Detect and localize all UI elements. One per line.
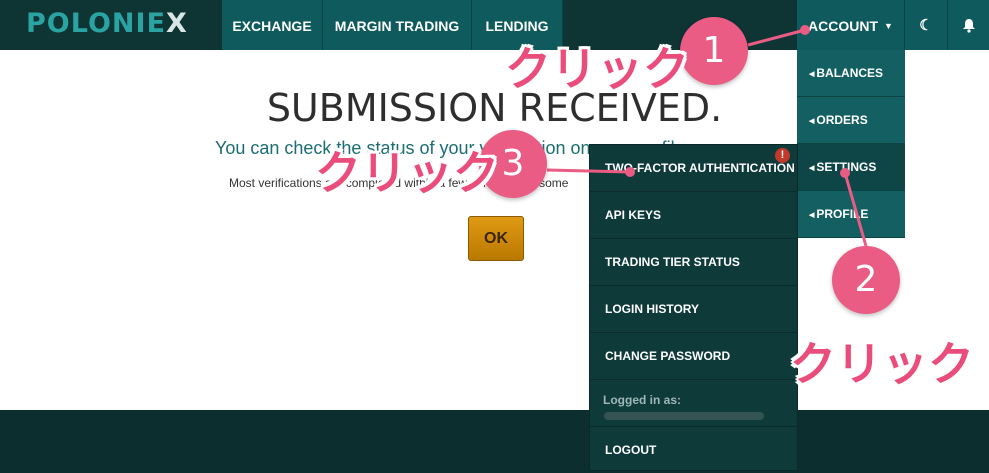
arrow-left-icon: ◀ [809, 118, 815, 125]
menu-item-change-password[interactable]: CHANGE PASSWORD [590, 333, 797, 380]
menu-item-two-factor[interactable]: TWO-FACTOR AUTHENTICATION [590, 145, 797, 192]
step-2-marker: 2 [832, 246, 900, 314]
logo-text: POLONIE [26, 8, 167, 39]
logged-in-label: Logged in as: [603, 393, 681, 407]
menu-item-profile[interactable]: ◀ PROFILE [797, 191, 905, 238]
arrow-left-icon: ◀ [809, 212, 815, 219]
menu-item-label: SETTINGS [816, 160, 877, 174]
menu-item-label: PROFILE [816, 207, 869, 221]
logged-in-info: Logged in as: [590, 380, 797, 427]
poloniex-logo[interactable]: POLONIEX [26, 8, 188, 39]
menu-item-login-history[interactable]: LOGIN HISTORY [590, 286, 797, 333]
click-label-1: クリック [505, 42, 689, 96]
menu-item-orders[interactable]: ◀ ORDERS [797, 97, 905, 144]
logout-button[interactable]: LOGOUT [590, 427, 797, 473]
settings-submenu: TWO-FACTOR AUTHENTICATION API KEYS TRADI… [589, 144, 798, 471]
account-dropdown: ◀ BALANCES ◀ ORDERS ◀ SETTINGS ◀ PROFILE [797, 50, 905, 238]
moon-icon[interactable]: ☾ [905, 0, 948, 50]
footer [0, 410, 989, 473]
menu-item-balances[interactable]: ◀ BALANCES [797, 50, 905, 97]
click-label-3: クリック [315, 146, 499, 200]
top-navbar: POLONIEX EXCHANGE MARGIN TRADING LENDING… [0, 0, 989, 50]
arrow-left-icon: ◀ [809, 165, 815, 172]
nav-margin-trading[interactable]: MARGIN TRADING [323, 0, 472, 50]
click-label-2: クリック [790, 337, 974, 391]
blurred-username [604, 412, 764, 420]
menu-item-api-keys[interactable]: API KEYS [590, 192, 797, 239]
step-1-marker: 1 [680, 17, 748, 85]
logo-x: X [166, 8, 188, 39]
caret-down-icon: ▼ [884, 21, 893, 31]
menu-item-label: BALANCES [816, 66, 884, 80]
menu-item-settings[interactable]: ◀ SETTINGS [797, 144, 905, 191]
arrow-left-icon: ◀ [809, 71, 815, 78]
menu-item-trading-tier[interactable]: TRADING TIER STATUS [590, 239, 797, 286]
nav-account-label: ACCOUNT [808, 18, 879, 34]
nav-account[interactable]: ACCOUNT ▼ [797, 0, 905, 50]
nav-exchange[interactable]: EXCHANGE [222, 0, 323, 50]
ok-button[interactable]: OK [468, 216, 524, 261]
menu-item-label: ORDERS [816, 113, 868, 127]
bell-icon[interactable] [948, 0, 989, 50]
alert-badge: ! [775, 148, 790, 163]
